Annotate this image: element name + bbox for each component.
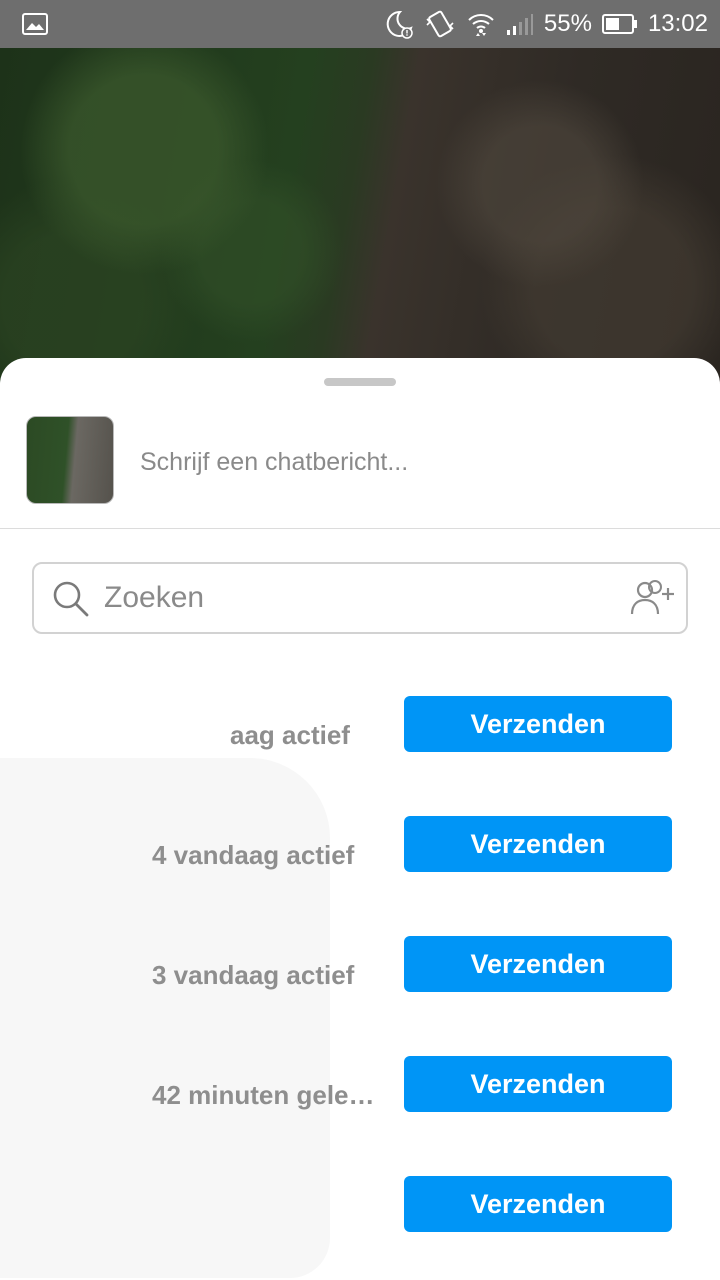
share-bottom-sheet: aag actief Verzenden 4 vandaag actief Ve… [0, 358, 720, 1280]
add-people-icon[interactable] [628, 578, 676, 623]
recipient-activity-status: 3 vandaag actief [152, 960, 355, 990]
recipient-row[interactable]: aag actief Verzenden [0, 672, 720, 792]
chat-message-input[interactable] [140, 442, 680, 482]
search-bar[interactable] [32, 562, 688, 634]
recipient-row[interactable]: 42 minuten geleden actief Verzenden [0, 1032, 720, 1152]
post-thumbnail [26, 416, 114, 504]
clock: 13:02 [647, 10, 708, 37]
send-button[interactable]: Verzenden [404, 1176, 672, 1232]
battery-icon [601, 13, 638, 35]
signal-icon [506, 12, 534, 36]
divider [0, 528, 720, 529]
sheet-drag-handle[interactable] [324, 378, 396, 386]
search-input[interactable] [104, 578, 604, 618]
recipient-activity-status: 4 vandaag actief [152, 840, 355, 870]
recipient-row[interactable]: 3 vandaag actief Verzenden [0, 912, 720, 1032]
recipient-row[interactable]: Verzenden [0, 1152, 720, 1272]
recipient-activity-status: 42 minuten geleden actief [152, 1080, 382, 1110]
shared-post-image [0, 48, 720, 388]
vibrate-icon [424, 9, 456, 39]
search-icon [52, 580, 90, 623]
wifi-icon [466, 9, 496, 39]
send-button[interactable]: Verzenden [404, 816, 672, 872]
recipient-activity-status: aag actief [230, 720, 350, 750]
battery-percent: 55% [543, 10, 592, 37]
gallery-notification-icon [22, 13, 48, 35]
status-bar: 55% 13:02 [0, 0, 720, 48]
do-not-disturb-moon-icon [384, 9, 414, 39]
recipient-row[interactable]: 4 vandaag actief Verzenden [0, 792, 720, 912]
send-button[interactable]: Verzenden [404, 1056, 672, 1112]
send-button[interactable]: Verzenden [404, 936, 672, 992]
send-button[interactable]: Verzenden [404, 696, 672, 752]
